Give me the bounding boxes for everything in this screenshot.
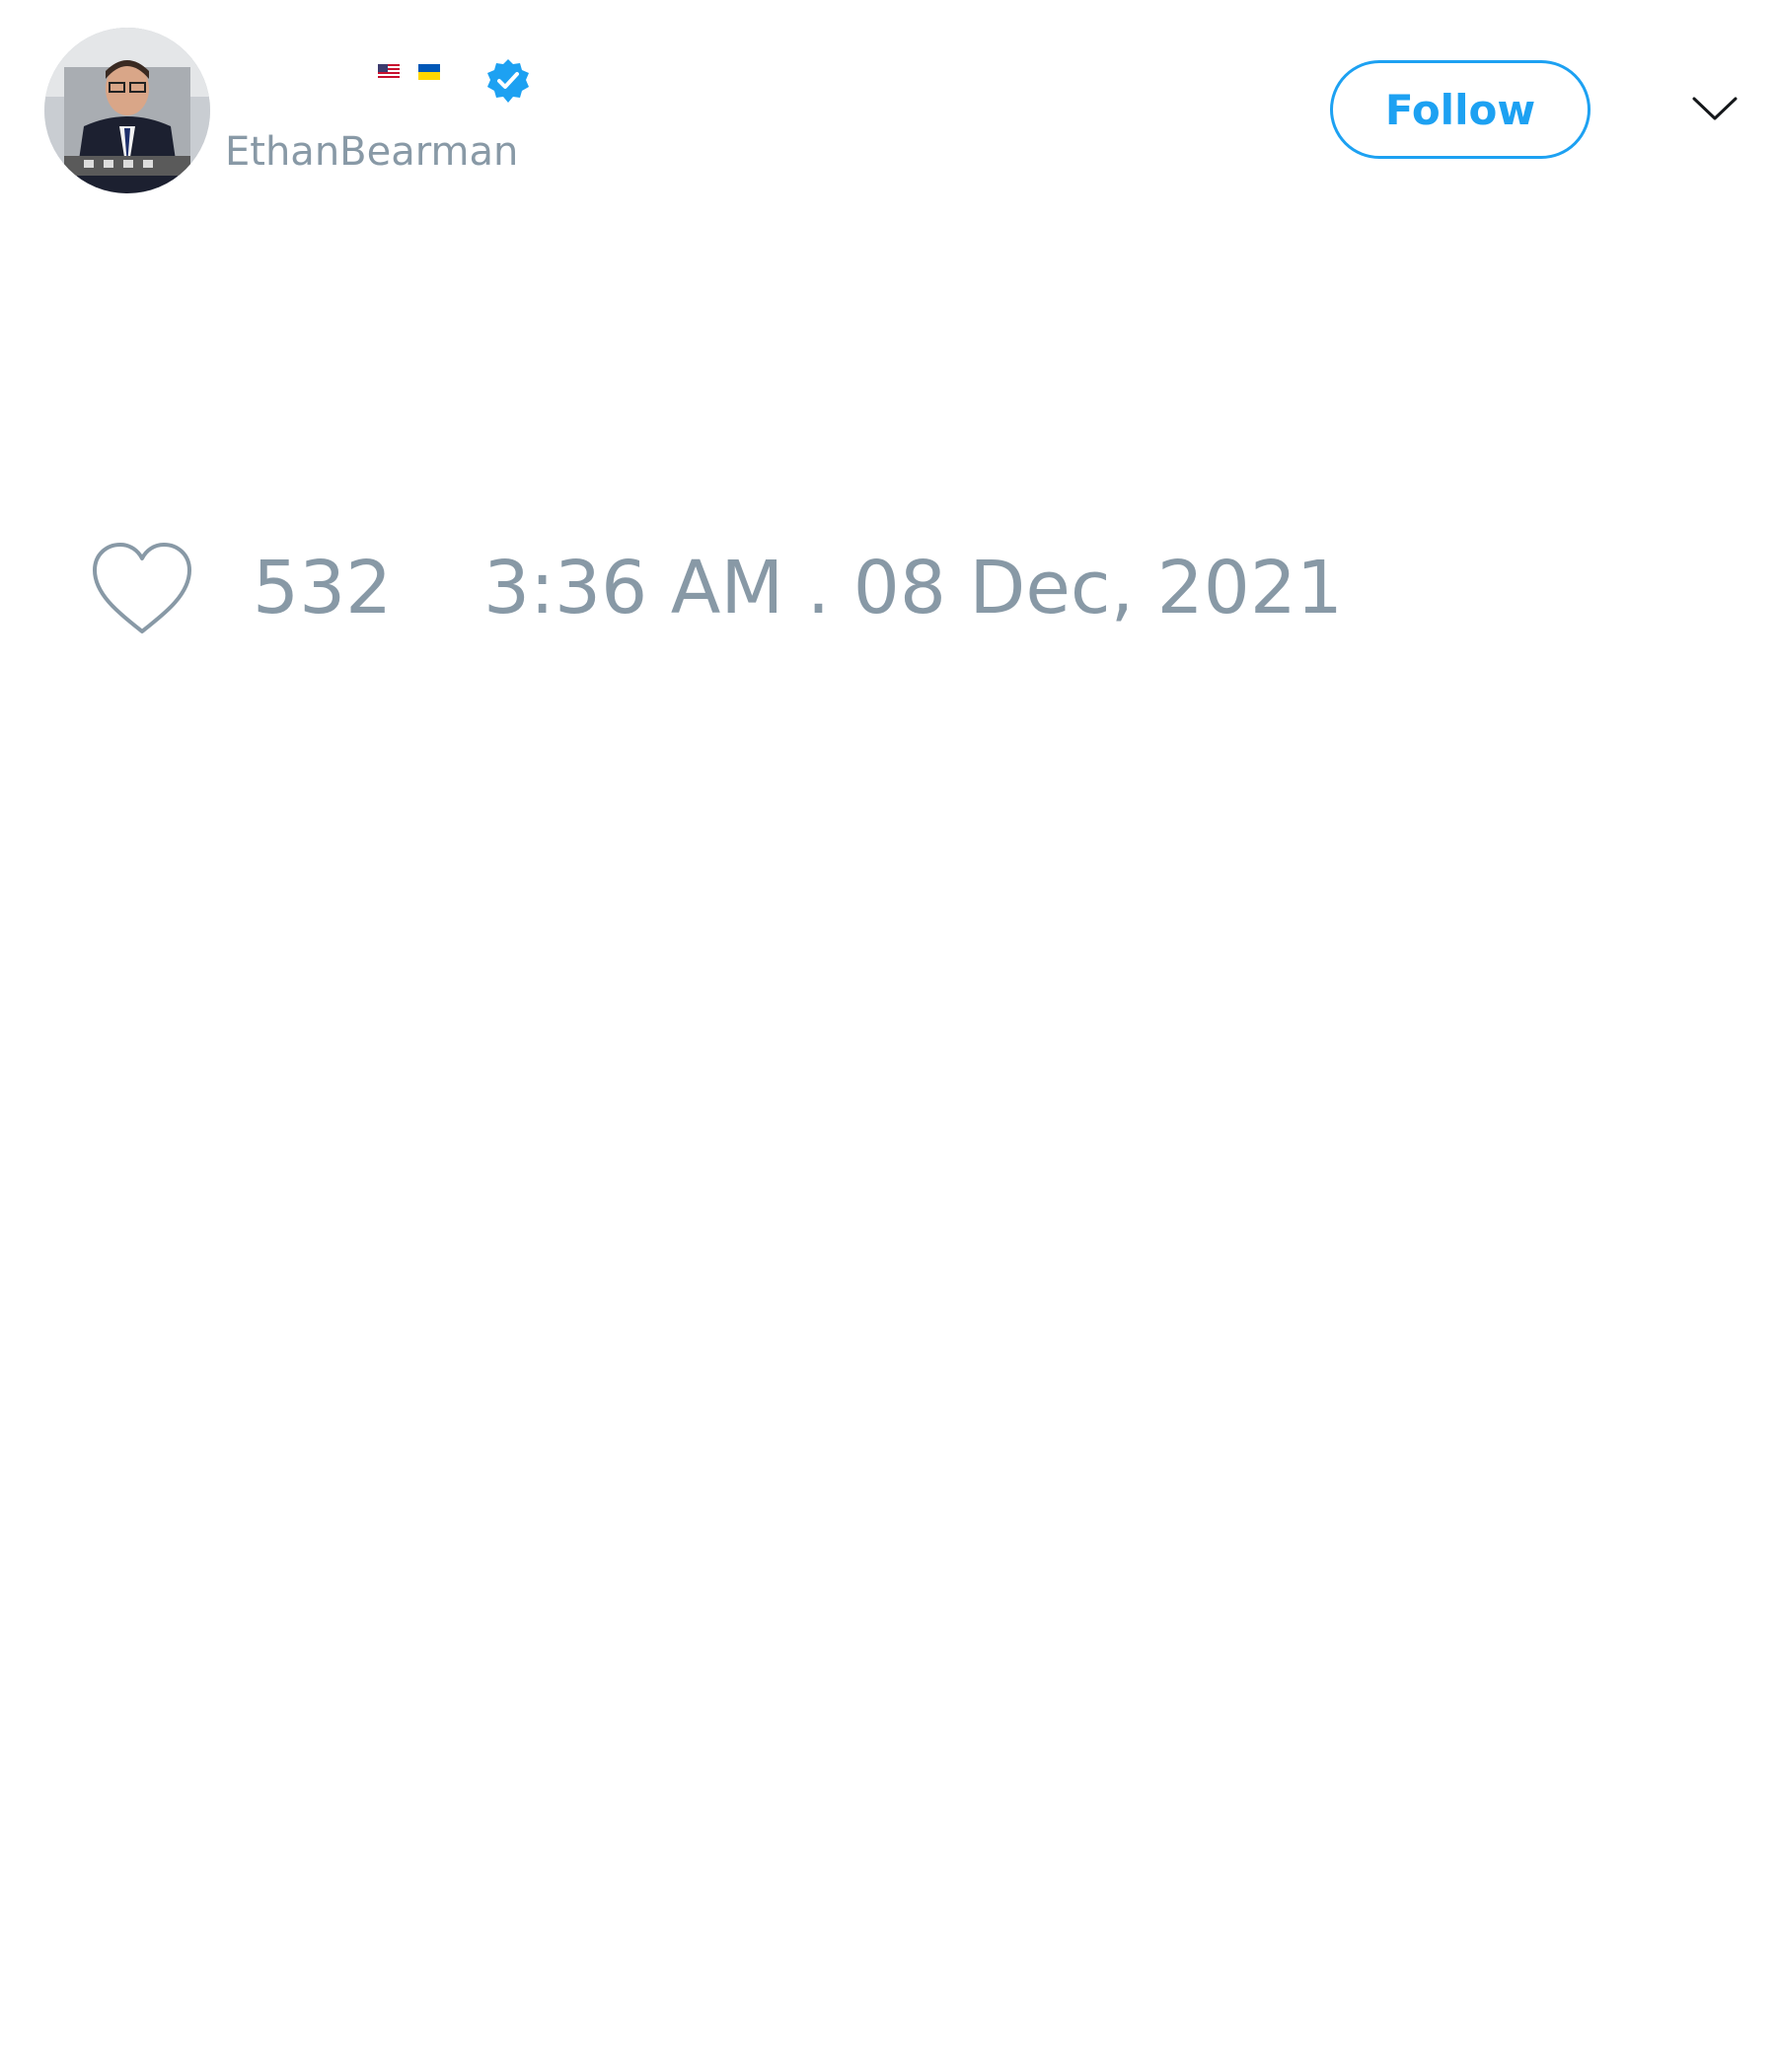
tweet-timestamp[interactable]: 3:36 AM . 08 Dec, 2021 xyxy=(483,545,1343,631)
follow-button[interactable]: Follow xyxy=(1330,60,1591,159)
chevron-down-icon[interactable] xyxy=(1691,91,1739,126)
verified-badge-icon xyxy=(487,59,529,103)
author-handle[interactable]: EthanBearman xyxy=(225,124,518,180)
avatar-photo xyxy=(44,28,210,193)
like-count: 532 xyxy=(253,546,393,630)
ukraine-flag-icon xyxy=(418,64,440,80)
heart-outline-icon[interactable] xyxy=(89,541,195,637)
us-flag-icon xyxy=(378,64,400,80)
avatar[interactable] xyxy=(44,28,210,193)
